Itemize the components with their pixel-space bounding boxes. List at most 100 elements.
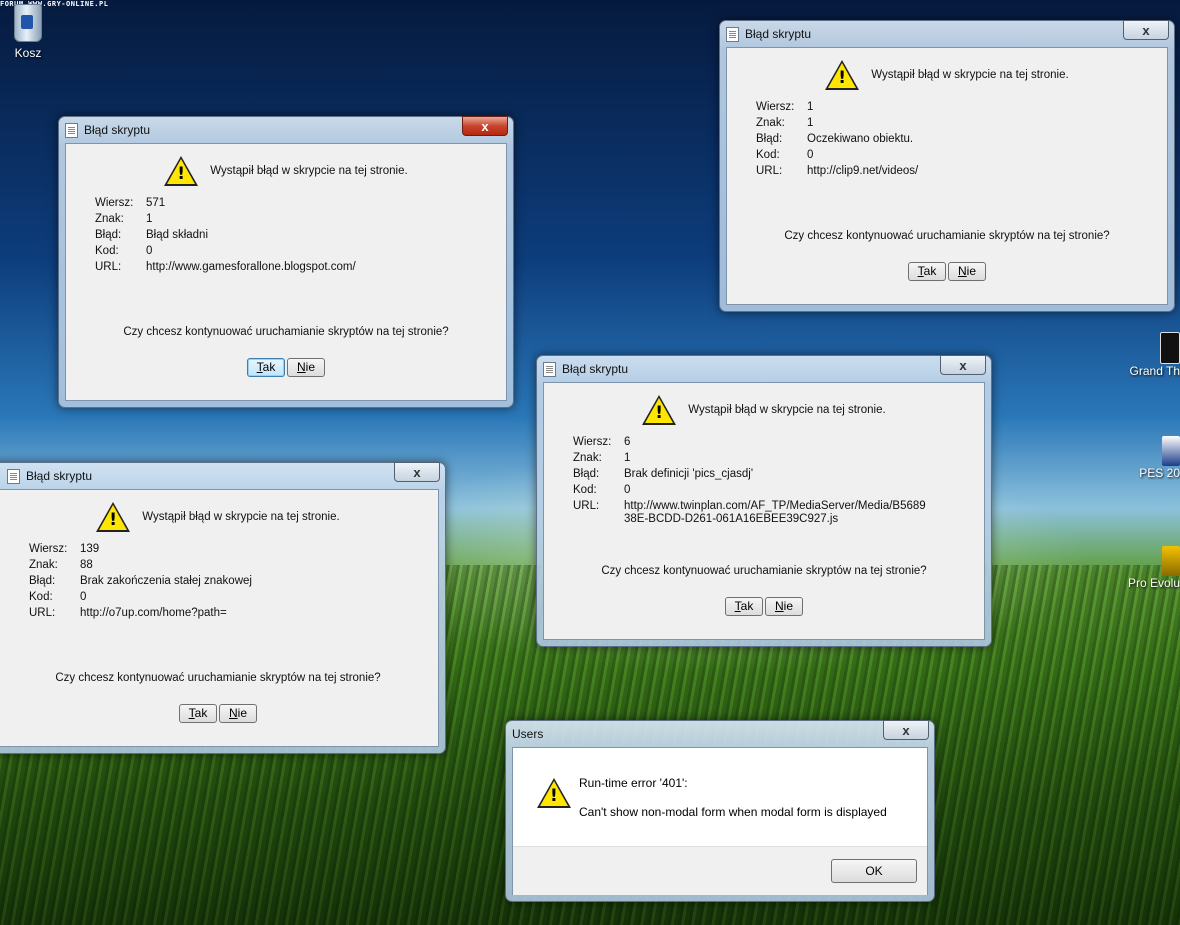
line-value: 1 — [807, 101, 814, 113]
window-title: Błąd skryptu — [84, 123, 151, 137]
no-button[interactable]: Nie — [287, 358, 325, 377]
yes-button[interactable]: Tak — [247, 358, 285, 377]
error-value: Błąd składni — [146, 229, 209, 241]
continue-question: Czy chcesz kontynuować uruchamianie skry… — [123, 326, 449, 338]
yes-button[interactable]: Tak — [725, 597, 763, 616]
char-label: Znak: — [756, 117, 785, 129]
warning-icon — [825, 60, 860, 90]
url-label: URL: — [573, 500, 600, 512]
line-value: 139 — [80, 543, 100, 555]
close-button[interactable]: x — [462, 116, 508, 136]
code-label: Kod: — [756, 149, 780, 161]
warning-icon — [164, 156, 199, 186]
error-message: Wystąpił błąd w skrypcie na tej stronie. — [871, 69, 1069, 81]
script-error-dialog-1: Błąd skryptu x Wystąpił błąd w skrypcie … — [58, 116, 514, 408]
ok-button[interactable]: OK — [831, 859, 917, 883]
button-row: Tak Nie — [66, 358, 506, 377]
close-button[interactable]: x — [394, 462, 440, 482]
error-label: Błąd: — [95, 229, 122, 241]
error-details: Wiersz: 1 Znak: 1 Błąd: Oczekiwano obiektu.… — [756, 101, 918, 177]
script-error-dialog-4: Błąd skryptu x Wystąpił błąd w skrypcie … — [0, 462, 446, 754]
desktop-shortcut-pes[interactable]: PES 20 — [1128, 436, 1180, 480]
recycle-bin-label: Kosz — [14, 46, 42, 60]
char-label: Znak: — [573, 452, 602, 464]
error-title: Run-time error '401': — [579, 776, 688, 790]
line-label: Wiersz: — [573, 436, 612, 448]
continue-question: Czy chcesz kontynuować uruchamianie skry… — [784, 230, 1110, 242]
error-label: Błąd: — [29, 575, 56, 587]
line-label: Wiersz: — [29, 543, 68, 555]
yes-label: ak — [194, 706, 208, 720]
yes-label: ak — [923, 264, 937, 278]
char-label: Znak: — [95, 213, 124, 225]
desktop-shortcut-label: Pro Evolu — [1128, 576, 1180, 590]
dialog-body: Wystąpił błąd w skrypcie na tej stronie.… — [65, 143, 507, 401]
no-button[interactable]: Nie — [948, 262, 986, 281]
dialog-body: Wystąpił błąd w skrypcie na tej stronie.… — [726, 47, 1168, 305]
desktop-shortcut-label: PES 20 — [1139, 466, 1180, 480]
no-mnemonic: N — [296, 360, 306, 374]
document-icon — [7, 468, 20, 484]
code-label: Kod: — [95, 245, 119, 257]
desktop-shortcut-pro-evo[interactable]: Pro Evolu — [1128, 546, 1180, 590]
close-button[interactable]: x — [883, 720, 929, 740]
script-error-dialog-3: Błąd skryptu x Wystąpił błąd w skrypcie … — [536, 355, 992, 647]
window-title: Błąd skryptu — [26, 469, 93, 483]
pro-evo-shortcut-icon — [1162, 546, 1180, 576]
desktop-shortcut-label: Grand Th — [1129, 364, 1180, 378]
titlebar[interactable]: Błąd skryptu x — [726, 20, 1169, 47]
code-value: 0 — [624, 484, 631, 496]
close-button[interactable]: x — [940, 355, 986, 375]
document-icon — [543, 361, 556, 377]
window-title: Users — [512, 727, 544, 741]
error-value: Oczekiwano obiektu. — [807, 133, 914, 145]
desktop-shortcut-gta[interactable]: Grand Th — [1128, 332, 1180, 378]
error-message: Wystąpił błąd w skrypcie na tej stronie. — [688, 404, 886, 416]
url-label: URL: — [29, 607, 56, 619]
button-row: Tak Nie — [544, 597, 984, 616]
code-label: Kod: — [29, 591, 53, 603]
yes-button[interactable]: Tak — [179, 704, 217, 723]
no-label: ie — [237, 706, 247, 720]
dialog-body: Wystąpił błąd w skrypcie na tej stronie.… — [0, 489, 439, 747]
message-row: Wystąpił błąd w skrypcie na tej stronie. — [727, 48, 1167, 90]
line-value: 571 — [146, 197, 166, 209]
dialog-body: Run-time error '401': Can't show non-mod… — [512, 747, 928, 895]
yes-label: ak — [262, 360, 276, 374]
no-label: ie — [305, 360, 315, 374]
char-value: 88 — [80, 559, 93, 571]
no-button[interactable]: Nie — [765, 597, 803, 616]
error-details: Wiersz: 139 Znak: 88 Błąd: Brak zakończenia… — [29, 543, 252, 619]
titlebar[interactable]: Błąd skryptu x — [0, 462, 440, 489]
url-value: http://o7up.com/home?path= — [80, 607, 227, 619]
char-label: Znak: — [29, 559, 58, 571]
document-icon — [726, 26, 739, 42]
url-label: URL: — [95, 261, 122, 273]
warning-icon — [537, 778, 571, 808]
code-value: 0 — [807, 149, 814, 161]
titlebar[interactable]: Users x — [512, 720, 929, 747]
pes-shortcut-icon — [1162, 436, 1180, 466]
error-message: Wystąpił błąd w skrypcie na tej stronie. — [142, 511, 340, 523]
window-title: Błąd skryptu — [745, 27, 812, 41]
continue-question: Czy chcesz kontynuować uruchamianie skry… — [601, 565, 927, 577]
gta-shortcut-icon — [1160, 332, 1180, 364]
recycle-bin-icon[interactable]: Kosz — [8, 4, 48, 60]
titlebar[interactable]: Błąd skryptu x — [543, 355, 986, 382]
script-error-dialog-2: Błąd skryptu x Wystąpił błąd w skrypcie … — [719, 20, 1175, 312]
line-value: 6 — [624, 436, 631, 448]
code-value: 0 — [80, 591, 87, 603]
message-area: Run-time error '401': Can't show non-mod… — [513, 748, 927, 846]
window-title: Błąd skryptu — [562, 362, 629, 376]
no-label: ie — [966, 264, 976, 278]
error-details: Wiersz: 6 Znak: 1 Błąd: Brak definicji 'pic… — [573, 436, 926, 526]
titlebar[interactable]: Błąd skryptu x — [65, 116, 508, 143]
warning-icon — [642, 395, 677, 425]
error-value: Brak zakończenia stałej znakowej — [80, 575, 252, 587]
no-button[interactable]: Nie — [219, 704, 257, 723]
close-button[interactable]: x — [1123, 20, 1169, 40]
url-value: http://www.twinplan.com/AF_TP/MediaServe… — [624, 500, 926, 525]
message-row: Wystąpił błąd w skrypcie na tej stronie. — [66, 144, 506, 186]
yes-button[interactable]: Tak — [908, 262, 946, 281]
recycle-bin-image — [14, 4, 42, 42]
